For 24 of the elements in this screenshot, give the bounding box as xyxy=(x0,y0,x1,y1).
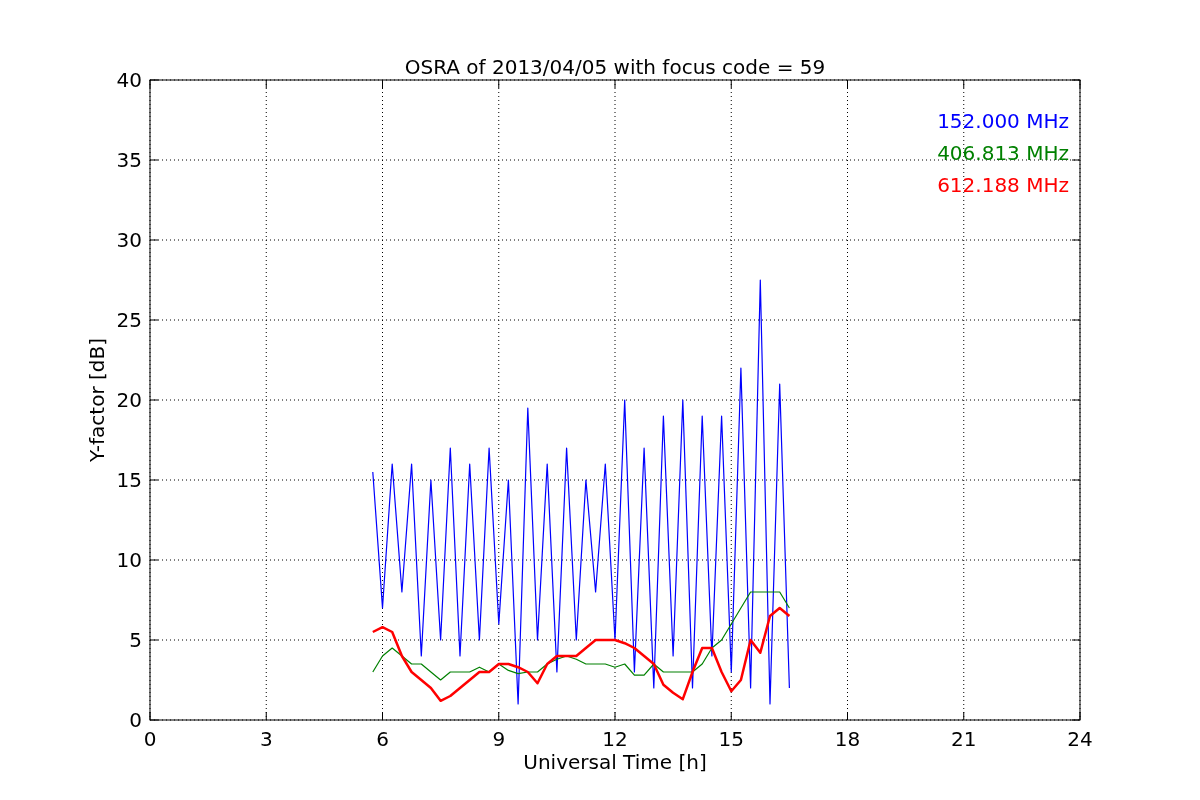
legend-label: 406.813 MHz xyxy=(937,141,1069,165)
legend-label: 612.188 MHz xyxy=(937,173,1069,197)
legend-label: 152.000 MHz xyxy=(937,109,1069,133)
y-axis-label: Y-factor [dB] xyxy=(85,338,109,462)
x-axis-label: Universal Time [h] xyxy=(523,750,707,774)
x-tick-label: 3 xyxy=(259,727,273,751)
y-tick-label: 0 xyxy=(129,708,142,732)
y-tick-label: 40 xyxy=(116,68,142,92)
y-tick-label: 25 xyxy=(116,308,142,332)
y-tick-label: 20 xyxy=(116,388,142,412)
x-tick-label: 24 xyxy=(1067,727,1093,751)
x-tick-label: 21 xyxy=(951,727,977,751)
y-tick-label: 10 xyxy=(116,548,142,572)
x-tick-label: 9 xyxy=(492,727,506,751)
x-tick-label: 12 xyxy=(602,727,628,751)
x-tick-label: 0 xyxy=(143,727,157,751)
x-tick-label: 15 xyxy=(718,727,744,751)
y-tick-label: 35 xyxy=(116,148,142,172)
y-tick-label: 30 xyxy=(116,228,142,252)
x-tick-label: 18 xyxy=(834,727,861,751)
chart-title: OSRA of 2013/04/05 with focus code = 59 xyxy=(404,55,826,79)
y-tick-label: 5 xyxy=(129,628,142,652)
y-tick-label: 15 xyxy=(116,468,142,492)
x-tick-label: 6 xyxy=(376,727,389,751)
